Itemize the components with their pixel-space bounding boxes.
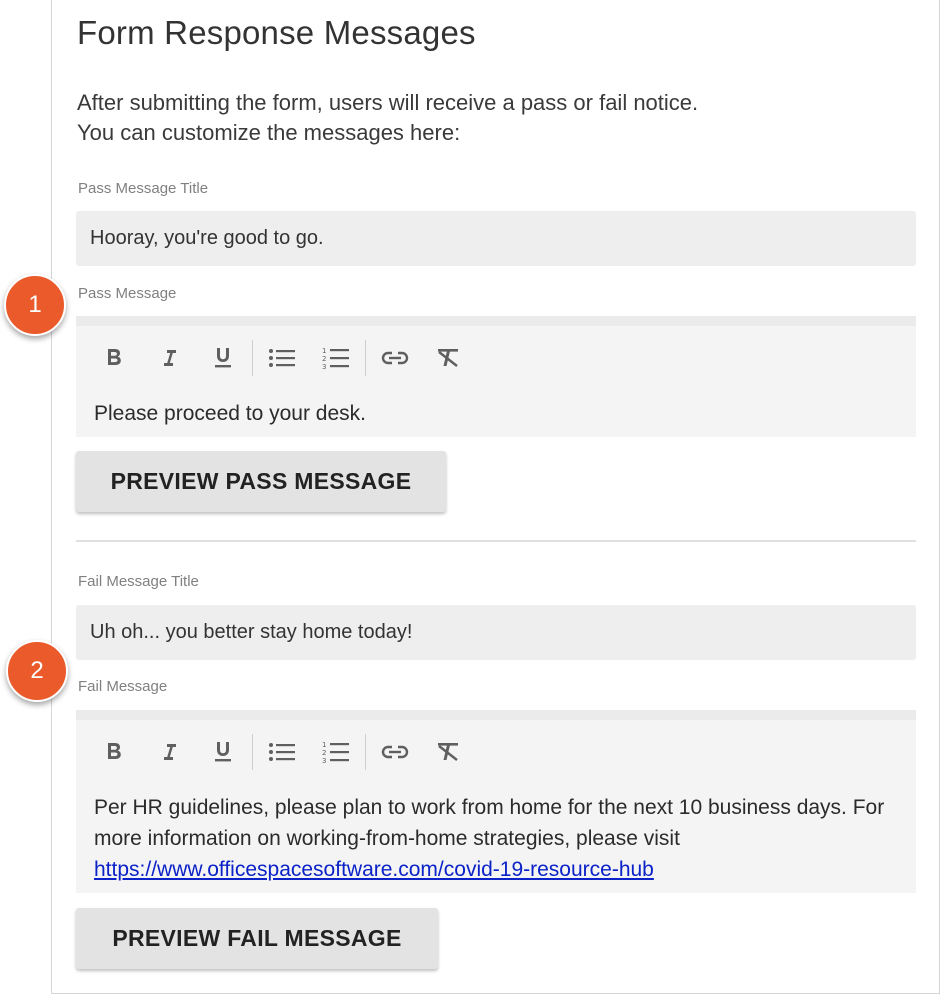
fail-message-label: Fail Message xyxy=(78,678,168,695)
svg-text:1: 1 xyxy=(322,741,326,749)
numbered-list-icon[interactable]: 123 xyxy=(309,732,363,772)
preview-fail-message-button[interactable]: PREVIEW FAIL MESSAGE xyxy=(76,908,438,969)
svg-text:2: 2 xyxy=(322,355,326,363)
numbered-list-icon[interactable]: 123 xyxy=(309,338,363,378)
svg-text:3: 3 xyxy=(322,757,326,764)
underline-icon[interactable] xyxy=(196,338,250,378)
fail-title-label: Fail Message Title xyxy=(78,573,199,590)
toolbar-divider xyxy=(252,340,253,376)
clear-format-icon[interactable] xyxy=(422,338,476,378)
intro-text: After submitting the form, users will re… xyxy=(77,88,698,148)
callout-badge-2: 2 xyxy=(6,640,68,702)
svg-text:1: 1 xyxy=(322,347,326,355)
pass-title-label: Pass Message Title xyxy=(78,180,209,197)
bulleted-list-icon[interactable] xyxy=(255,338,309,378)
link-icon[interactable] xyxy=(368,732,422,772)
intro-line-1: After submitting the form, users will re… xyxy=(77,90,699,115)
toolbar-divider xyxy=(365,340,366,376)
svg-text:3: 3 xyxy=(322,363,326,370)
toolbar-divider xyxy=(252,734,253,770)
section-divider xyxy=(76,540,916,542)
fail-message-body[interactable]: Per HR guidelines, please plan to work f… xyxy=(94,792,892,885)
pass-message-label: Pass Message xyxy=(78,285,177,302)
bulleted-list-icon[interactable] xyxy=(255,732,309,772)
pass-title-input[interactable] xyxy=(76,211,916,266)
fail-title-input[interactable] xyxy=(76,605,916,660)
bold-icon[interactable] xyxy=(88,338,142,378)
bold-icon[interactable] xyxy=(88,732,142,772)
resource-hub-link[interactable]: https://www.officespacesoftware.com/covi… xyxy=(94,858,654,881)
toolbar-divider xyxy=(365,734,366,770)
intro-line-2: You can customize the messages here: xyxy=(77,120,461,145)
pass-editor-toolbar: 123 xyxy=(88,338,476,378)
italic-icon[interactable] xyxy=(142,338,196,378)
clear-format-icon[interactable] xyxy=(422,732,476,772)
fail-editor-toolbar: 123 xyxy=(88,732,476,772)
page-title: Form Response Messages xyxy=(77,14,476,51)
fail-message-editor[interactable]: 123 Per HR guidelines, please plan to wo… xyxy=(76,710,916,893)
fail-message-text: Per HR guidelines, please plan to work f… xyxy=(94,796,885,850)
pass-message-editor[interactable]: 123 Please proceed to your desk. xyxy=(76,316,916,437)
preview-pass-message-button[interactable]: PREVIEW PASS MESSAGE xyxy=(76,451,446,512)
callout-badge-1: 1 xyxy=(4,274,66,336)
underline-icon[interactable] xyxy=(196,732,250,772)
pass-message-body[interactable]: Please proceed to your desk. xyxy=(94,398,892,429)
link-icon[interactable] xyxy=(368,338,422,378)
italic-icon[interactable] xyxy=(142,732,196,772)
svg-text:2: 2 xyxy=(322,749,326,757)
